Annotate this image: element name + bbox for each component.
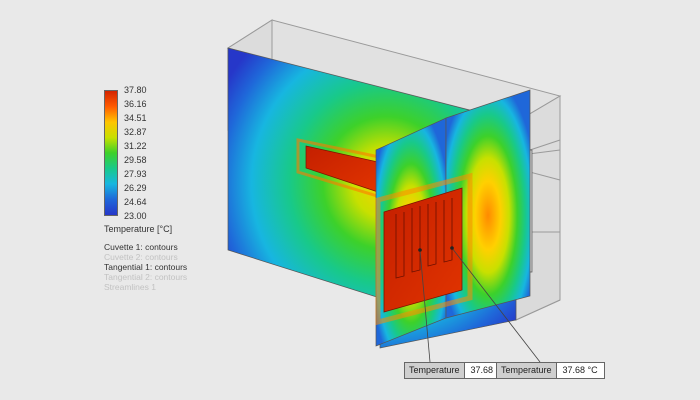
legend-tick: 36.16 xyxy=(124,99,147,109)
plot-item-tangential-2[interactable]: Tangential 2: contours xyxy=(104,272,187,282)
legend-tick: 26.29 xyxy=(124,183,147,193)
legend-tick: 32.87 xyxy=(124,127,147,137)
legend-tick: 29.58 xyxy=(124,155,147,165)
plot-item-cuvette-1[interactable]: Cuvette 1: contours xyxy=(104,242,187,252)
probe-label: Temperature xyxy=(497,363,557,378)
legend-tick: 31.22 xyxy=(124,141,147,151)
temperature-legend: 37.80 36.16 34.51 32.87 31.22 29.58 27.9… xyxy=(104,85,224,236)
legend-tick: 24.64 xyxy=(124,197,147,207)
legend-color-bar xyxy=(104,90,118,216)
3d-viewport[interactable]: 37.80 36.16 34.51 32.87 31.22 29.58 27.9… xyxy=(0,0,700,400)
probe-label: Temperature xyxy=(405,363,465,378)
temperature-probe-2[interactable]: Temperature 37.68 °C xyxy=(496,362,605,379)
plot-item-tangential-1[interactable]: Tangential 1: contours xyxy=(104,262,187,272)
plot-item-streamlines-1[interactable]: Streamlines 1 xyxy=(104,282,187,292)
plot-item-cuvette-2[interactable]: Cuvette 2: contours xyxy=(104,252,187,262)
legend-tick: 37.80 xyxy=(124,85,147,95)
legend-tick: 34.51 xyxy=(124,113,147,123)
plot-list: Cuvette 1: contours Cuvette 2: contours … xyxy=(104,242,187,292)
probe-value: 37.68 °C xyxy=(556,363,604,378)
legend-tick: 27.93 xyxy=(124,169,147,179)
legend-tick: 23.00 xyxy=(124,211,147,221)
legend-title: Temperature [°C] xyxy=(104,224,173,234)
